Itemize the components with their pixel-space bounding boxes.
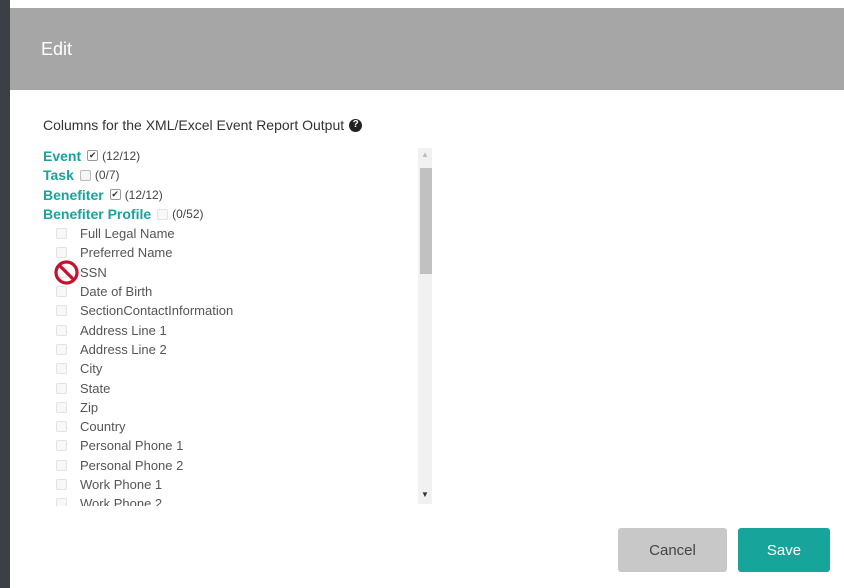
group-row-benefiter[interactable]: Benefiter (12/12) (43, 185, 436, 205)
scroll-down-arrow-icon[interactable]: ▼ (418, 488, 432, 502)
group-checkbox[interactable] (87, 150, 99, 162)
columns-section-label: Columns for the XML/Excel Event Report O… (43, 117, 363, 133)
list-item[interactable]: State (43, 378, 436, 397)
dialog-title: Edit (41, 39, 73, 59)
list-item[interactable]: SectionContactInformation (43, 301, 436, 320)
group-checkbox[interactable] (109, 189, 121, 201)
item-label: City (80, 361, 103, 377)
item-label: Zip (80, 399, 99, 415)
item-checkbox[interactable] (56, 401, 67, 413)
item-checkbox[interactable] (56, 459, 67, 471)
item-checkbox[interactable] (56, 440, 67, 452)
item-checkbox[interactable] (56, 421, 67, 433)
group-row-event[interactable]: Event (12/12) (43, 146, 436, 166)
item-checkbox[interactable] (56, 247, 67, 259)
item-label: SSN (80, 264, 107, 280)
list-item[interactable]: Zip (43, 398, 436, 417)
not-allowed-cursor-icon (54, 260, 79, 285)
item-label: Address Line 1 (80, 322, 167, 338)
item-label: Country (80, 419, 126, 435)
group-count: (0/52) (172, 207, 204, 222)
list-item[interactable]: Personal Phone 2 (43, 456, 436, 475)
item-label: Address Line 2 (80, 341, 167, 357)
edit-dialog: Edit Columns for the XML/Excel Event Rep… (10, 0, 844, 588)
group-count: (12/12) (124, 187, 163, 202)
list-item[interactable]: Country (43, 417, 436, 436)
group-name[interactable]: Benefiter Profile (43, 206, 151, 222)
list-scrollbar[interactable]: ▲ ▼ (418, 148, 432, 504)
group-count: (0/7) (94, 168, 120, 183)
dialog-header: Edit (10, 8, 844, 90)
list-item[interactable]: Address Line 1 (43, 320, 436, 339)
cancel-button[interactable]: Cancel (618, 528, 727, 572)
group-name[interactable]: Event (43, 148, 81, 164)
help-icon[interactable]: ? (349, 118, 363, 132)
save-button[interactable]: Save (738, 528, 830, 572)
item-label: Personal Phone 1 (80, 438, 184, 454)
group-checkbox[interactable] (157, 208, 169, 220)
columns-list[interactable]: Event (12/12) Task (0/7) Benefiter (12/1… (43, 146, 436, 506)
list-item[interactable]: Address Line 2 (43, 340, 436, 359)
item-checkbox[interactable] (56, 305, 67, 317)
list-item[interactable]: Work Phone 2 (43, 494, 436, 506)
list-item[interactable]: Work Phone 1 (43, 475, 436, 494)
group-name[interactable]: Task (43, 167, 74, 183)
list-item[interactable]: Date of Birth (43, 282, 436, 301)
scroll-up-arrow-icon[interactable]: ▲ (418, 148, 432, 162)
group-count: (12/12) (102, 148, 141, 163)
item-checkbox[interactable] (56, 228, 67, 240)
list-item[interactable]: Preferred Name (43, 243, 436, 262)
item-checkbox[interactable] (56, 363, 67, 375)
item-label: Date of Birth (80, 284, 153, 300)
item-checkbox[interactable] (56, 324, 67, 336)
group-name[interactable]: Benefiter (43, 187, 104, 203)
list-item[interactable]: Full Legal Name (43, 224, 436, 243)
item-checkbox[interactable] (56, 343, 67, 355)
scrollbar-thumb[interactable] (420, 168, 432, 274)
list-item[interactable]: City (43, 359, 436, 378)
group-row-benefiter-profile[interactable]: Benefiter Profile (0/52) (43, 205, 436, 225)
item-checkbox[interactable] (56, 286, 67, 298)
group-checkbox[interactable] (79, 169, 91, 181)
columns-label-text: Columns for the XML/Excel Event Report O… (43, 117, 345, 133)
item-label: Personal Phone 2 (80, 457, 184, 473)
item-label: Work Phone 1 (80, 477, 163, 492)
item-checkbox[interactable] (56, 498, 67, 506)
item-label: Full Legal Name (80, 226, 175, 242)
background-edge (0, 0, 10, 588)
item-label: Work Phone 2 (80, 496, 163, 506)
list-item[interactable]: SSN (43, 263, 436, 282)
item-label: State (80, 380, 111, 396)
item-checkbox[interactable] (56, 479, 67, 490)
list-item[interactable]: Personal Phone 1 (43, 436, 436, 455)
item-label: SectionContactInformation (80, 303, 234, 319)
item-label: Preferred Name (80, 245, 173, 261)
item-checkbox[interactable] (56, 382, 67, 394)
group-row-task[interactable]: Task (0/7) (43, 166, 436, 186)
